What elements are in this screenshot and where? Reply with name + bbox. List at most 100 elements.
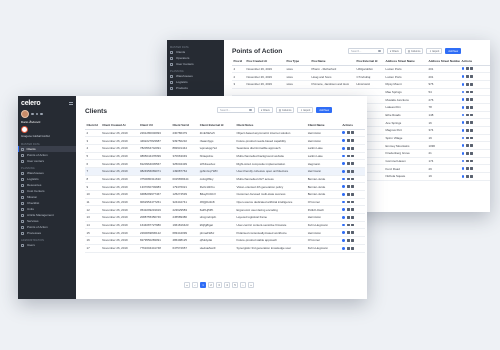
- column-header-client-vat-id[interactable]: Client Vat Id: [170, 121, 199, 130]
- table-row[interactable]: 2 November 26, 2019 store Hoag and Sons C7nv…: [232, 72, 490, 81]
- delete-icon[interactable]: [351, 223, 354, 227]
- view-icon[interactable]: [342, 200, 346, 204]
- sidebar-item-processes[interactable]: Processes: [18, 230, 76, 236]
- filters-button[interactable]: ▾ Filters: [258, 107, 273, 113]
- delete-icon[interactable]: [470, 167, 474, 171]
- table-row[interactable]: 3 November 26, 2019 store D'Amore, Jacobson…: [232, 80, 490, 89]
- edit-icon[interactable]: [465, 67, 469, 71]
- column-header-actions[interactable]: Actions: [340, 121, 365, 130]
- delete-icon[interactable]: [351, 185, 354, 189]
- view-icon[interactable]: [342, 231, 346, 235]
- table-row[interactable]: 5 November 26, 2019 0895644478399 370663049…: [85, 152, 365, 161]
- delete-icon[interactable]: [351, 162, 354, 165]
- delete-icon[interactable]: [351, 139, 354, 142]
- view-icon[interactable]: [461, 82, 465, 86]
- view-icon[interactable]: [461, 98, 465, 101]
- prev-page-button[interactable]: ‹: [192, 282, 198, 288]
- delete-icon[interactable]: [470, 144, 474, 148]
- edit-icon[interactable]: [346, 223, 350, 227]
- edit-icon[interactable]: [346, 154, 350, 158]
- edit-icon[interactable]: [465, 167, 469, 171]
- table-row[interactable]: 8 November 26, 2019 3750080311633 001565844…: [85, 175, 365, 184]
- delete-icon[interactable]: [351, 177, 354, 181]
- delete-icon[interactable]: [351, 208, 354, 212]
- edit-icon[interactable]: [465, 128, 469, 132]
- next-page-button[interactable]: ›: [240, 282, 246, 288]
- edit-icon[interactable]: [465, 82, 469, 86]
- search-input[interactable]: Search...: [348, 48, 384, 54]
- delete-icon[interactable]: [351, 231, 354, 235]
- avatar[interactable]: [21, 110, 29, 118]
- export-button[interactable]: ⇩ Export: [426, 48, 443, 54]
- table-row[interactable]: 2 November 26, 2019 2291280046993 230786479…: [85, 129, 365, 138]
- export-button[interactable]: ⇩ Export: [297, 107, 314, 113]
- table-row[interactable]: 13 November 26, 2019 2088755356746 24558938…: [85, 213, 365, 222]
- edit-icon[interactable]: [465, 90, 469, 94]
- edit-icon[interactable]: [346, 216, 350, 219]
- delete-icon[interactable]: [351, 146, 354, 150]
- delete-icon[interactable]: [470, 136, 474, 140]
- view-icon[interactable]: [342, 208, 346, 212]
- filters-button[interactable]: ▾ Filters: [387, 48, 402, 54]
- view-icon[interactable]: [461, 167, 465, 171]
- delete-icon[interactable]: [470, 159, 474, 163]
- edit-icon[interactable]: [465, 121, 469, 125]
- table-row[interactable]: 6 November 26, 2019 8120964045567 325004439…: [85, 159, 365, 168]
- table-row[interactable]: 10 November 26, 2019 9488299977467 12527453…: [85, 190, 365, 199]
- delete-icon[interactable]: [470, 82, 474, 86]
- view-icon[interactable]: [461, 90, 465, 94]
- edit-icon[interactable]: [346, 177, 350, 181]
- column-header-address-street-name[interactable]: Address Street Name: [384, 57, 427, 66]
- view-icon[interactable]: [461, 175, 465, 178]
- add-new-button[interactable]: Add New: [316, 107, 333, 113]
- delete-icon[interactable]: [351, 216, 354, 219]
- column-header-client-url[interactable]: Client Url: [138, 121, 171, 130]
- delete-icon[interactable]: [470, 128, 474, 132]
- delete-icon[interactable]: [470, 113, 474, 117]
- column-header-actions[interactable]: Actions: [460, 57, 490, 66]
- delete-icon[interactable]: [470, 90, 474, 94]
- edit-icon[interactable]: [346, 246, 350, 250]
- delete-icon[interactable]: [351, 246, 354, 250]
- view-icon[interactable]: [461, 144, 465, 148]
- view-icon[interactable]: [342, 246, 346, 250]
- edit-icon[interactable]: [465, 144, 469, 148]
- edit-icon[interactable]: [346, 162, 350, 165]
- view-icon[interactable]: [461, 113, 465, 117]
- page-button[interactable]: 1: [200, 282, 206, 288]
- view-icon[interactable]: [342, 154, 346, 158]
- sidebar-item-users[interactable]: Users: [18, 242, 76, 248]
- edit-icon[interactable]: [346, 200, 350, 204]
- view-icon[interactable]: [342, 139, 346, 142]
- add-new-button[interactable]: Add New: [445, 48, 462, 54]
- page-button[interactable]: 5: [232, 282, 238, 288]
- table-row[interactable]: 4 November 26, 2019 7820564742091 882931444…: [85, 144, 365, 153]
- delete-icon[interactable]: [351, 239, 354, 242]
- table-row[interactable]: 4 November 26, 2019 store Pharm - Rutherfor…: [232, 65, 490, 74]
- column-header-client-name[interactable]: Client Name: [306, 121, 341, 130]
- sidebar-item-user-centers[interactable]: User Centers: [167, 61, 224, 67]
- edit-icon[interactable]: [346, 139, 350, 142]
- delete-icon[interactable]: [470, 175, 474, 178]
- table-row[interactable]: 3 November 26, 2019 4492227823687 939750232…: [85, 136, 365, 145]
- view-icon[interactable]: [461, 136, 465, 140]
- edit-icon[interactable]: [346, 231, 350, 235]
- delete-icon[interactable]: [351, 192, 354, 196]
- edit-icon[interactable]: [465, 152, 469, 155]
- edit-icon[interactable]: [465, 98, 469, 101]
- table-row[interactable]: 15 November 26, 2019 2290069836122 68344409…: [85, 228, 365, 238]
- page-button[interactable]: 2: [208, 282, 214, 288]
- menu-collapse-icon[interactable]: [69, 102, 73, 105]
- view-icon[interactable]: [342, 162, 346, 165]
- logout-icon[interactable]: [40, 112, 43, 116]
- edit-icon[interactable]: [465, 175, 469, 178]
- edit-icon[interactable]: [346, 131, 350, 135]
- table-row[interactable]: 16 November 26, 2019 8279550283091 48649812…: [85, 236, 365, 245]
- view-icon[interactable]: [342, 239, 346, 242]
- view-icon[interactable]: [461, 75, 465, 78]
- delete-icon[interactable]: [470, 105, 474, 109]
- column-header-client-notes[interactable]: Client Notes: [234, 121, 307, 130]
- view-icon[interactable]: [461, 159, 465, 163]
- column-header-poa-name[interactable]: Poa Name: [310, 57, 355, 66]
- column-header-address-street-number[interactable]: Address Street Number: [427, 57, 460, 66]
